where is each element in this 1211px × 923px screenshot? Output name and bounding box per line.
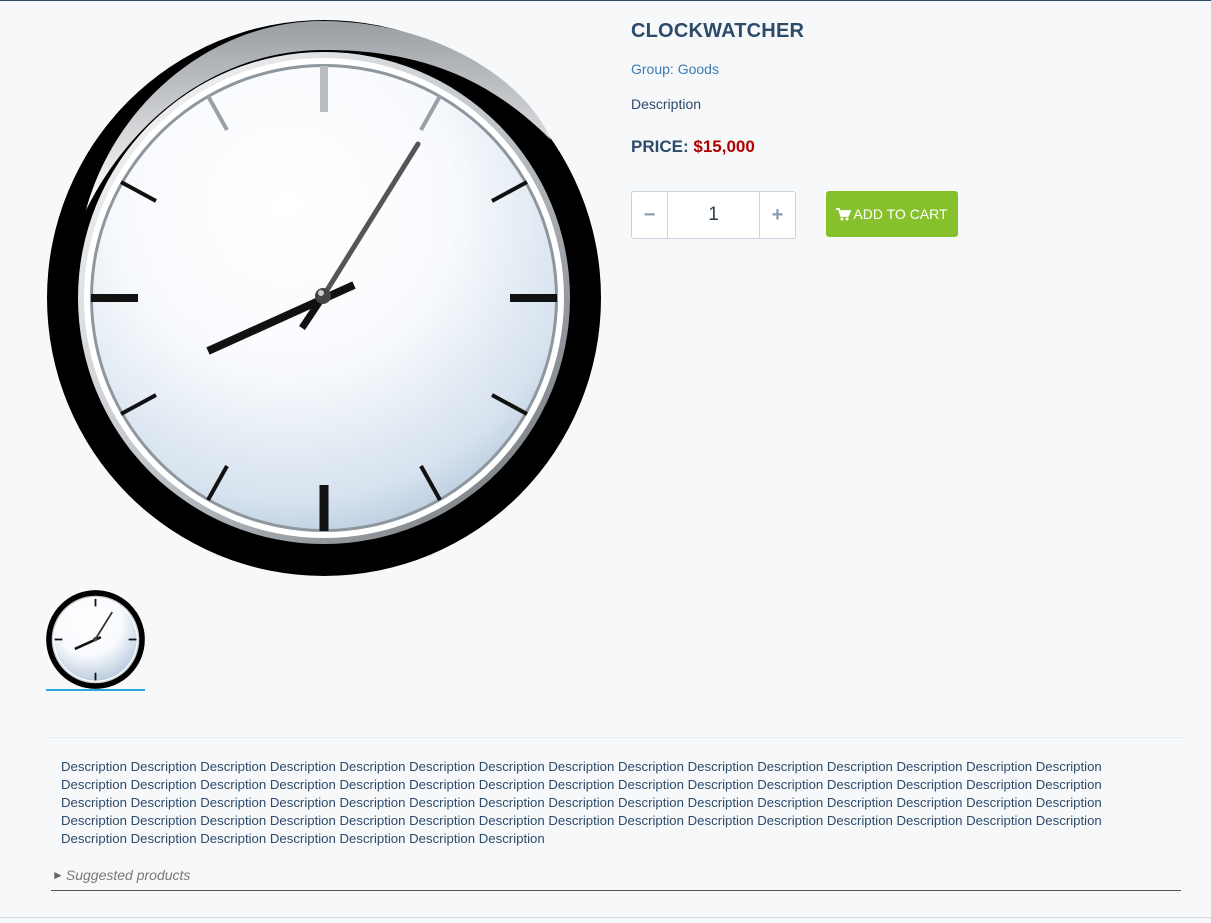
top-border <box>0 0 1211 1</box>
product-short-description: Description <box>631 96 702 112</box>
suggested-products-toggle[interactable]: ► Suggested products <box>52 867 190 883</box>
product-group-link[interactable]: Group: Goods <box>631 61 1191 77</box>
product-thumbnail[interactable] <box>46 590 145 692</box>
add-to-cart-button[interactable]: ADD TO CART <box>826 191 958 237</box>
thumbnail-active-indicator <box>46 689 145 691</box>
price-value: $15,000 <box>693 137 755 156</box>
quantity-stepper: − + <box>631 191 796 239</box>
price-row: PRICE: $15,000 <box>631 137 1191 157</box>
product-long-description: Description Description Description Desc… <box>61 759 1102 846</box>
product-info: CLOCKWATCHER Group: Goods Description PR… <box>631 20 1191 157</box>
add-to-cart-label: ADD TO CART <box>853 206 948 222</box>
wall-clock-thumbnail-image <box>46 590 145 689</box>
price-label: PRICE: <box>631 137 689 156</box>
quantity-increase-button[interactable]: + <box>759 192 795 238</box>
suggested-divider <box>51 890 1181 891</box>
suggested-products-label: Suggested products <box>65 867 191 883</box>
shopping-cart-icon <box>836 207 852 220</box>
product-main-image <box>46 20 602 576</box>
section-divider <box>46 737 1186 738</box>
quantity-input[interactable] <box>668 192 759 238</box>
expand-arrow-icon: ► <box>52 868 64 882</box>
product-title: CLOCKWATCHER <box>631 20 805 42</box>
wall-clock-image <box>47 20 601 576</box>
bottom-border <box>0 917 1211 918</box>
quantity-decrease-button[interactable]: − <box>632 192 668 238</box>
